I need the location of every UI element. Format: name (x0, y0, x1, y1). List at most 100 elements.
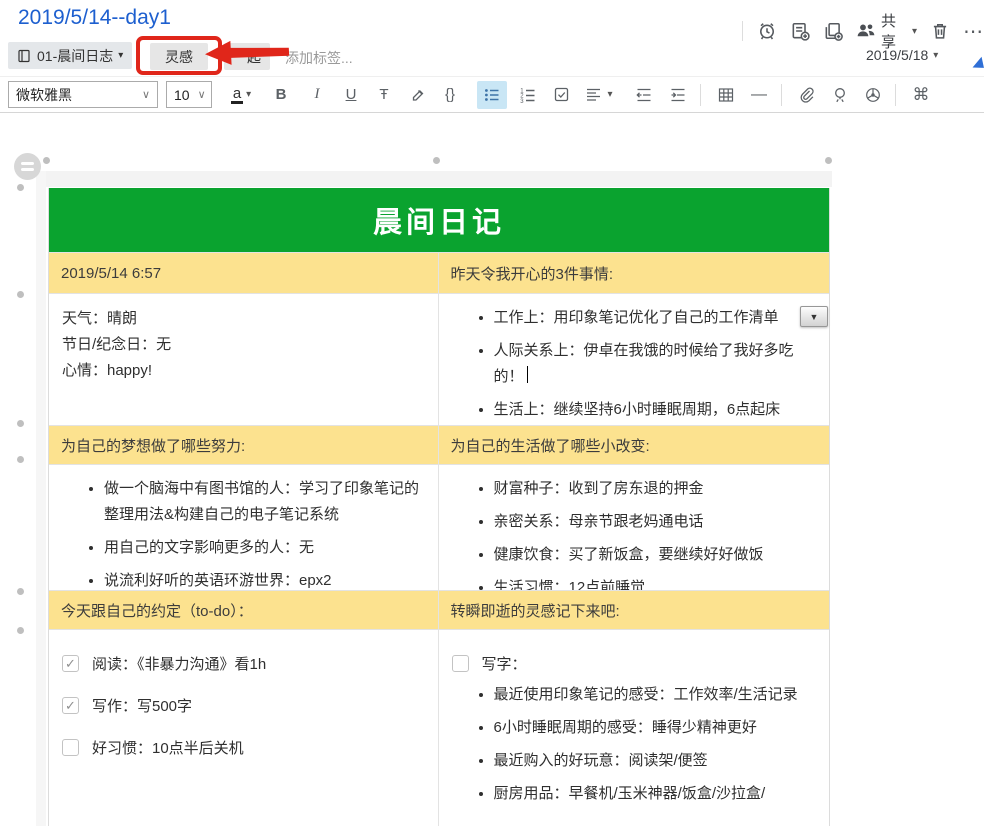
todo-label: 写作：写500字 (92, 695, 192, 716)
insert-table-button[interactable] (711, 81, 741, 109)
dream-efforts-header-cell[interactable]: 为自己的梦想做了哪些努力: (49, 426, 439, 464)
life-changes-cell[interactable]: 财富种子：收到了房东退的押金 亲密关系：母亲节跟老妈通电话 健康饮食：买了新饭盒… (439, 465, 830, 590)
notebook-name: 01-晨间日志 (37, 46, 113, 66)
list-item: 最近购入的好玩意：阅读架/便签 (494, 748, 822, 774)
outdent-button[interactable] (629, 81, 659, 109)
share-button[interactable]: 共享 ▾ (856, 10, 917, 52)
table-row-strip[interactable] (36, 171, 46, 826)
list-item: 人际关系上：伊卓在我饿的时候给了我好多吃的！ (494, 338, 822, 390)
checkbox-unchecked-icon[interactable] (62, 739, 79, 756)
row-handle-dot[interactable] (17, 588, 24, 595)
screen-clipper-button[interactable] (825, 81, 855, 109)
column-handle-dot[interactable] (433, 157, 440, 164)
happy-things-header-cell[interactable]: 昨天令我开心的3件事情: (439, 253, 830, 293)
note-date-selector[interactable]: 2019/5/18 ▾ (866, 47, 938, 63)
row-handle-dot[interactable] (17, 291, 24, 298)
select-chevron-icon: ∨ (142, 88, 150, 101)
alignment-button[interactable]: ▾ (579, 81, 619, 109)
list-item: 用自己的文字影响更多的人：无 (104, 535, 430, 561)
highlight-button[interactable] (402, 81, 432, 109)
font-size-value: 10 (174, 87, 190, 103)
notebook-selector[interactable]: 01-晨间日志 ▾ (8, 42, 132, 69)
font-family-value: 微软雅黑 (16, 85, 72, 105)
todo-header-cell[interactable]: 今天跟自己的约定（to-do）： (49, 591, 439, 629)
font-color-a-icon: a (231, 86, 243, 104)
indent-button[interactable] (663, 81, 693, 109)
table-column-strip[interactable] (46, 171, 832, 187)
date-chevron-icon: ▾ (933, 50, 938, 61)
note-editor-window: 2019/5/14--day1 (0, 0, 984, 826)
inspiration-list: 最近使用印象笔记的感受：工作效率/生活记录 6小时睡眠周期的感受：睡得少精神更好… (439, 682, 822, 807)
todo-cell[interactable]: 阅读：《非暴力沟通》看1h 写作：写500字 好习惯：10点半后关机 (49, 630, 439, 826)
column-handle-dot[interactable] (825, 157, 832, 164)
code-block-button[interactable]: {} (435, 81, 465, 109)
row-handle-dot[interactable] (17, 184, 24, 191)
attach-file-button[interactable] (792, 81, 822, 109)
note-actions-bar: 共享 ▾ ⋯ (742, 10, 984, 52)
cell-options-dropdown-button[interactable]: ▼ (800, 306, 828, 327)
life-changes-header-cell[interactable]: 为自己的生活做了哪些小改变: (439, 426, 830, 464)
shortcuts-button[interactable]: ⌘ (906, 81, 936, 109)
checkbox-unchecked-icon[interactable] (452, 655, 469, 672)
life-changes-list: 财富种子：收到了房东退的押金 亲密关系：母亲节跟老妈通电话 健康饮食：买了新饭盒… (439, 476, 822, 590)
screen-clipper-icon (831, 86, 849, 104)
add-shortcut-button[interactable] (823, 20, 843, 42)
row-handle-dot[interactable] (17, 456, 24, 463)
list-item: 工作上：用印象笔记优化了自己的工作清单 (494, 305, 822, 331)
list-item: 6小时睡眠周期的感受：睡得少精神更好 (494, 715, 822, 741)
checkbox-checked-icon[interactable] (62, 655, 79, 672)
list-item: 财富种子：收到了房东退的押金 (494, 476, 822, 502)
sticker-wheel-icon (864, 86, 882, 104)
row-handle-dot[interactable] (17, 420, 24, 427)
bullet-list-button[interactable] (477, 81, 507, 109)
notebook-chevron-icon: ▾ (118, 50, 123, 61)
alarm-clock-icon (757, 21, 777, 41)
copy-add-icon (823, 21, 843, 41)
font-color-chevron-icon: ▾ (246, 89, 251, 100)
diary-content-row-3: 阅读：《非暴力沟通》看1h 写作：写500字 好习惯：10点半后关机 写字： 最… (49, 629, 829, 826)
table-menu-button[interactable] (14, 153, 41, 180)
list-item: 生活上：继续坚持6小时睡眠周期，6点起床 (494, 397, 822, 423)
italic-button[interactable]: I (302, 81, 332, 109)
list-item: 生活习惯：12点前睡觉 (494, 575, 822, 590)
checkbox-checked-icon[interactable] (62, 697, 79, 714)
people-icon-glyph (856, 21, 876, 41)
note-title[interactable]: 2019/5/14--day1 (18, 6, 171, 30)
font-color-button[interactable]: a ▾ (222, 81, 260, 109)
happy-things-cell[interactable]: 工作上：用印象笔记优化了自己的工作清单 人际关系上：伊卓在我饿的时候给了我好多吃… (439, 294, 830, 425)
bold-button[interactable]: B (266, 81, 296, 109)
dream-efforts-cell[interactable]: 做一个脑海中有图书馆的人：学习了印象笔记的整理用法&构建自己的电子笔记系统 用自… (49, 465, 439, 590)
more-actions-button[interactable]: ⋯ (963, 19, 984, 44)
strikethrough-button[interactable]: Ŧ (369, 81, 399, 109)
font-size-select[interactable]: 10 ∨ (166, 81, 212, 108)
horizontal-rule-button[interactable]: — (744, 81, 774, 109)
delete-note-button[interactable] (930, 20, 950, 42)
dream-efforts-list: 做一个脑海中有图书馆的人：学习了印象笔记的整理用法&构建自己的电子笔记系统 用自… (49, 476, 430, 590)
share-chevron-icon: ▾ (912, 26, 917, 37)
checkbox-icon (553, 86, 570, 103)
todo-item: 写作：写500字 (62, 695, 438, 716)
diary-title-cell[interactable]: 晨间日记 (49, 188, 829, 252)
share-label: 共享 (881, 10, 907, 52)
underline-button[interactable]: U (336, 81, 366, 109)
todo-item: 好习惯：10点半后关机 (62, 737, 438, 758)
date-time-cell[interactable]: 2019/5/14 6:57 (49, 253, 439, 293)
weather-mood-cell[interactable]: 天气：晴朗 节日/纪念日：无 心情：happy! (49, 294, 439, 425)
toolbar-divider (742, 21, 743, 41)
people-icon (856, 20, 876, 42)
reminder-alarm-button[interactable] (757, 20, 777, 42)
todo-checkbox-button[interactable] (546, 81, 576, 109)
add-note-widget-button[interactable] (790, 20, 810, 42)
inspiration-header-cell[interactable]: 转瞬即逝的灵感记下来吧: (439, 591, 830, 629)
inspiration-cell[interactable]: 写字： 最近使用印象笔记的感受：工作效率/生活记录 6小时睡眠周期的感受：睡得少… (439, 630, 830, 826)
row-handle-dot[interactable] (17, 627, 24, 634)
add-tag-input[interactable]: 添加标签... (285, 48, 353, 68)
todo-item: 写字： (452, 653, 830, 674)
font-family-select[interactable]: 微软雅黑 ∨ (8, 81, 158, 108)
diary-header-row-2: 为自己的梦想做了哪些努力: 为自己的生活做了哪些小改变: (49, 425, 829, 464)
sticker-wheel-button[interactable] (858, 81, 888, 109)
select-chevron-icon: ∨ (198, 88, 206, 101)
column-handle-dot[interactable] (43, 157, 50, 164)
numbered-list-button[interactable]: 1 2 3 (513, 81, 543, 109)
list-item: 做一个脑海中有图书馆的人：学习了印象笔记的整理用法&构建自己的电子笔记系统 (104, 476, 430, 528)
